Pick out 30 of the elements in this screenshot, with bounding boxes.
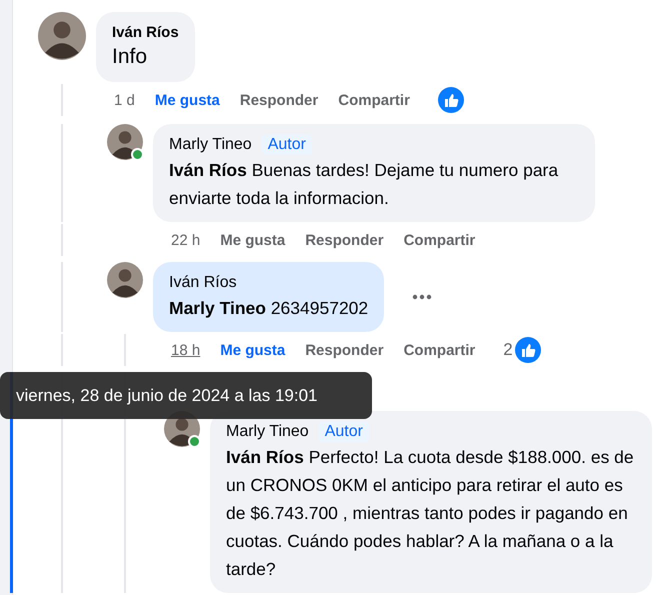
timestamp-link[interactable]: 22 h [171, 232, 200, 248]
reply-link[interactable]: Responder [305, 342, 384, 358]
comment-text: Iván Ríos Perfecto! La cuota desde $188.000. es de un CRONOS 0KM el anticipo para retirar el auto es de $6.743.700 , mientras tanto podes ir pagando en cuotas. Cuándo podes hablar? A la mañana o a la tarde? [226, 446, 635, 581]
comment-text: Marly Tineo 2634957202 [169, 297, 368, 320]
like-link[interactable]: Me gusta [220, 232, 286, 248]
more-options-icon[interactable] [412, 294, 432, 300]
like-link[interactable]: Me gusta [220, 342, 286, 358]
share-link[interactable]: Compartir [404, 342, 476, 358]
reply-link[interactable]: Responder [240, 92, 318, 108]
author-name[interactable]: Marly Tineo [169, 134, 252, 156]
author-badge: Autor [262, 135, 312, 155]
avatar[interactable] [38, 12, 86, 60]
reaction-count[interactable]: 2 [503, 340, 513, 360]
comment-text: Info [112, 44, 148, 70]
like-reaction-icon[interactable] [438, 87, 464, 113]
date-tooltip: viernes, 28 de junio de 2024 a las 19:01 [0, 372, 372, 419]
comment-text: Iván Ríos Buenas tardes! Dejame tu numero para enviarte toda la informacion. [169, 159, 560, 210]
like-reaction-icon[interactable] [514, 337, 541, 363]
reply-link[interactable]: Responder [305, 232, 384, 248]
author-name[interactable]: Marly Tineo [226, 421, 309, 443]
timestamp-link[interactable]: 1 d [114, 92, 135, 108]
timestamp-link[interactable]: 18 h [171, 342, 200, 358]
share-link[interactable]: Compartir [404, 232, 476, 248]
like-link[interactable]: Me gusta [154, 92, 220, 108]
avatar[interactable] [107, 262, 143, 298]
share-link[interactable]: Compartir [338, 92, 410, 108]
author-name[interactable]: Iván Ríos [112, 22, 179, 44]
author-badge: Autor [318, 422, 369, 442]
avatar[interactable] [107, 124, 143, 160]
author-name[interactable]: Iván Ríos [169, 272, 237, 294]
